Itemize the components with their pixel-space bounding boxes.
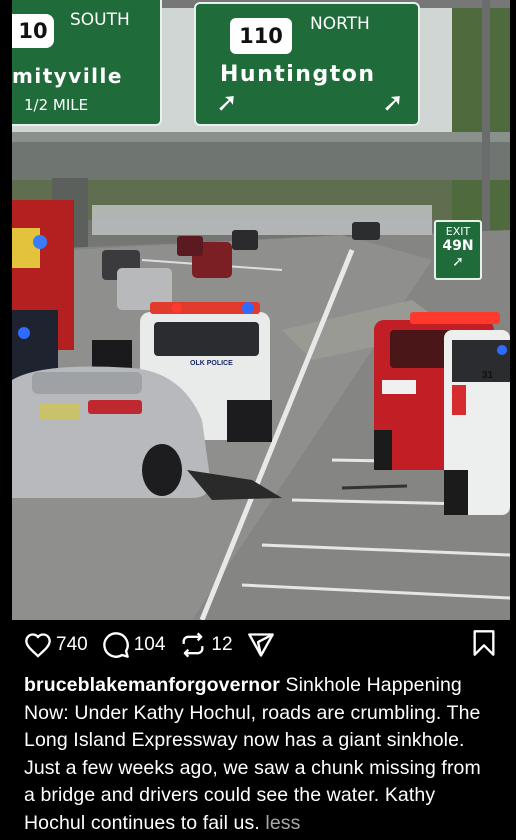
post-action-bar: 740 104 12 xyxy=(24,628,496,662)
caption-less-link[interactable]: less xyxy=(265,812,300,834)
sign-distance: 1/2 MILE xyxy=(24,96,89,114)
repost-button[interactable]: 12 xyxy=(179,631,233,659)
sign-direction-north: NORTH xyxy=(310,14,370,34)
exit-sign: EXIT 49N ➚ xyxy=(434,220,482,280)
arrow-up-right-icon: ➚ xyxy=(382,88,404,118)
suv-number: 31 xyxy=(482,370,494,381)
post-caption: bruceblakemanforgovernor Sinkhole Happen… xyxy=(24,672,494,837)
arrow-up-right-icon: ➚ xyxy=(452,253,464,269)
police-car-label: OLK POLICE xyxy=(190,360,233,367)
highway-sign-south: 10 SOUTH mityville 1/2 MILE xyxy=(12,0,162,126)
caption-username[interactable]: bruceblakemanforgovernor xyxy=(24,674,280,696)
route-shield-10: 10 xyxy=(12,14,54,48)
comment-count: 104 xyxy=(133,634,166,655)
heart-icon xyxy=(25,633,51,658)
arrow-up-right-icon: ➚ xyxy=(216,88,238,118)
post-photo[interactable]: 10 SOUTH mityville 1/2 MILE 110 NORTH Hu… xyxy=(12,0,510,620)
highway-sign-north: 110 NORTH Huntington ➚ ➚ xyxy=(194,2,420,126)
share-button[interactable] xyxy=(247,631,275,659)
caption-text: Sinkhole Happening Now: Under Kathy Hoch… xyxy=(24,674,481,834)
repost-arrows-icon xyxy=(182,632,204,658)
comment-bubble-icon xyxy=(102,632,129,658)
route-shield-110: 110 xyxy=(230,18,292,54)
send-paper-plane-icon xyxy=(247,633,274,657)
exit-label: EXIT xyxy=(445,225,471,238)
sign-city-amityville: mityville xyxy=(12,64,123,88)
like-count: 740 xyxy=(56,634,88,655)
save-button[interactable] xyxy=(472,629,496,662)
sign-direction-south: SOUTH xyxy=(70,10,130,30)
like-button[interactable]: 740 xyxy=(24,632,88,658)
sign-city-huntington: Huntington xyxy=(220,62,376,87)
comment-button[interactable]: 104 xyxy=(102,631,166,659)
repost-count: 12 xyxy=(211,634,233,655)
bookmark-icon xyxy=(473,629,495,656)
exit-number: 49N xyxy=(442,238,474,254)
